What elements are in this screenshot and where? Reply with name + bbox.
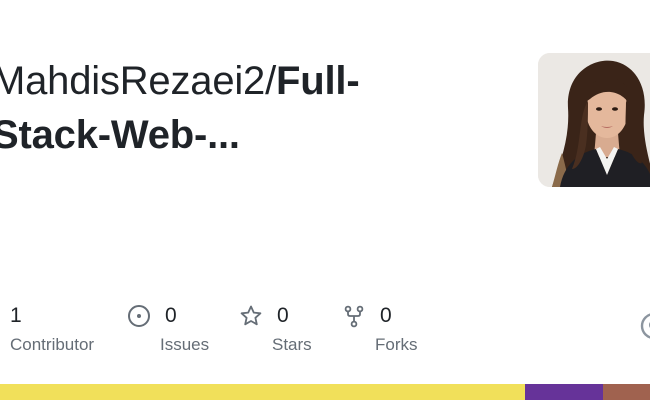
stat-issues[interactable]: 0 Issues	[127, 302, 209, 358]
avatar-portrait-image	[538, 53, 650, 187]
forks-count: 0	[380, 304, 392, 327]
repo-name-part2[interactable]: Stack-Web-...	[0, 113, 240, 157]
language-segment	[0, 384, 526, 400]
language-segment	[525, 384, 604, 400]
repo-name-part1[interactable]: Full-	[276, 59, 360, 103]
github-logo-icon	[640, 312, 650, 340]
stat-forks[interactable]: 0 Forks	[342, 302, 418, 358]
issues-label: Issues	[160, 335, 210, 354]
stars-label: Stars	[272, 335, 312, 354]
issues-count: 0	[165, 304, 177, 327]
issue-opened-icon	[127, 304, 151, 328]
forks-label: Forks	[375, 335, 418, 354]
stars-count: 0	[277, 304, 289, 327]
stat-stars[interactable]: 0 Stars	[239, 302, 312, 358]
language-bar	[0, 384, 650, 400]
language-segment	[603, 384, 650, 400]
star-icon	[239, 304, 263, 328]
repo-forked-icon	[342, 304, 366, 328]
contributors-label: Contributor	[10, 335, 95, 354]
contributors-count: 1	[10, 304, 22, 327]
stat-contributors[interactable]: 1 Contributor	[10, 302, 94, 358]
repo-owner[interactable]: MahdisRezaei2/	[0, 59, 276, 103]
repo-social-card: MahdisRezaei2/Full- Stack-Web-... 1 Cont…	[0, 0, 650, 400]
owner-avatar[interactable]	[538, 53, 650, 187]
repo-title[interactable]: MahdisRezaei2/Full- Stack-Web-...	[0, 54, 492, 162]
